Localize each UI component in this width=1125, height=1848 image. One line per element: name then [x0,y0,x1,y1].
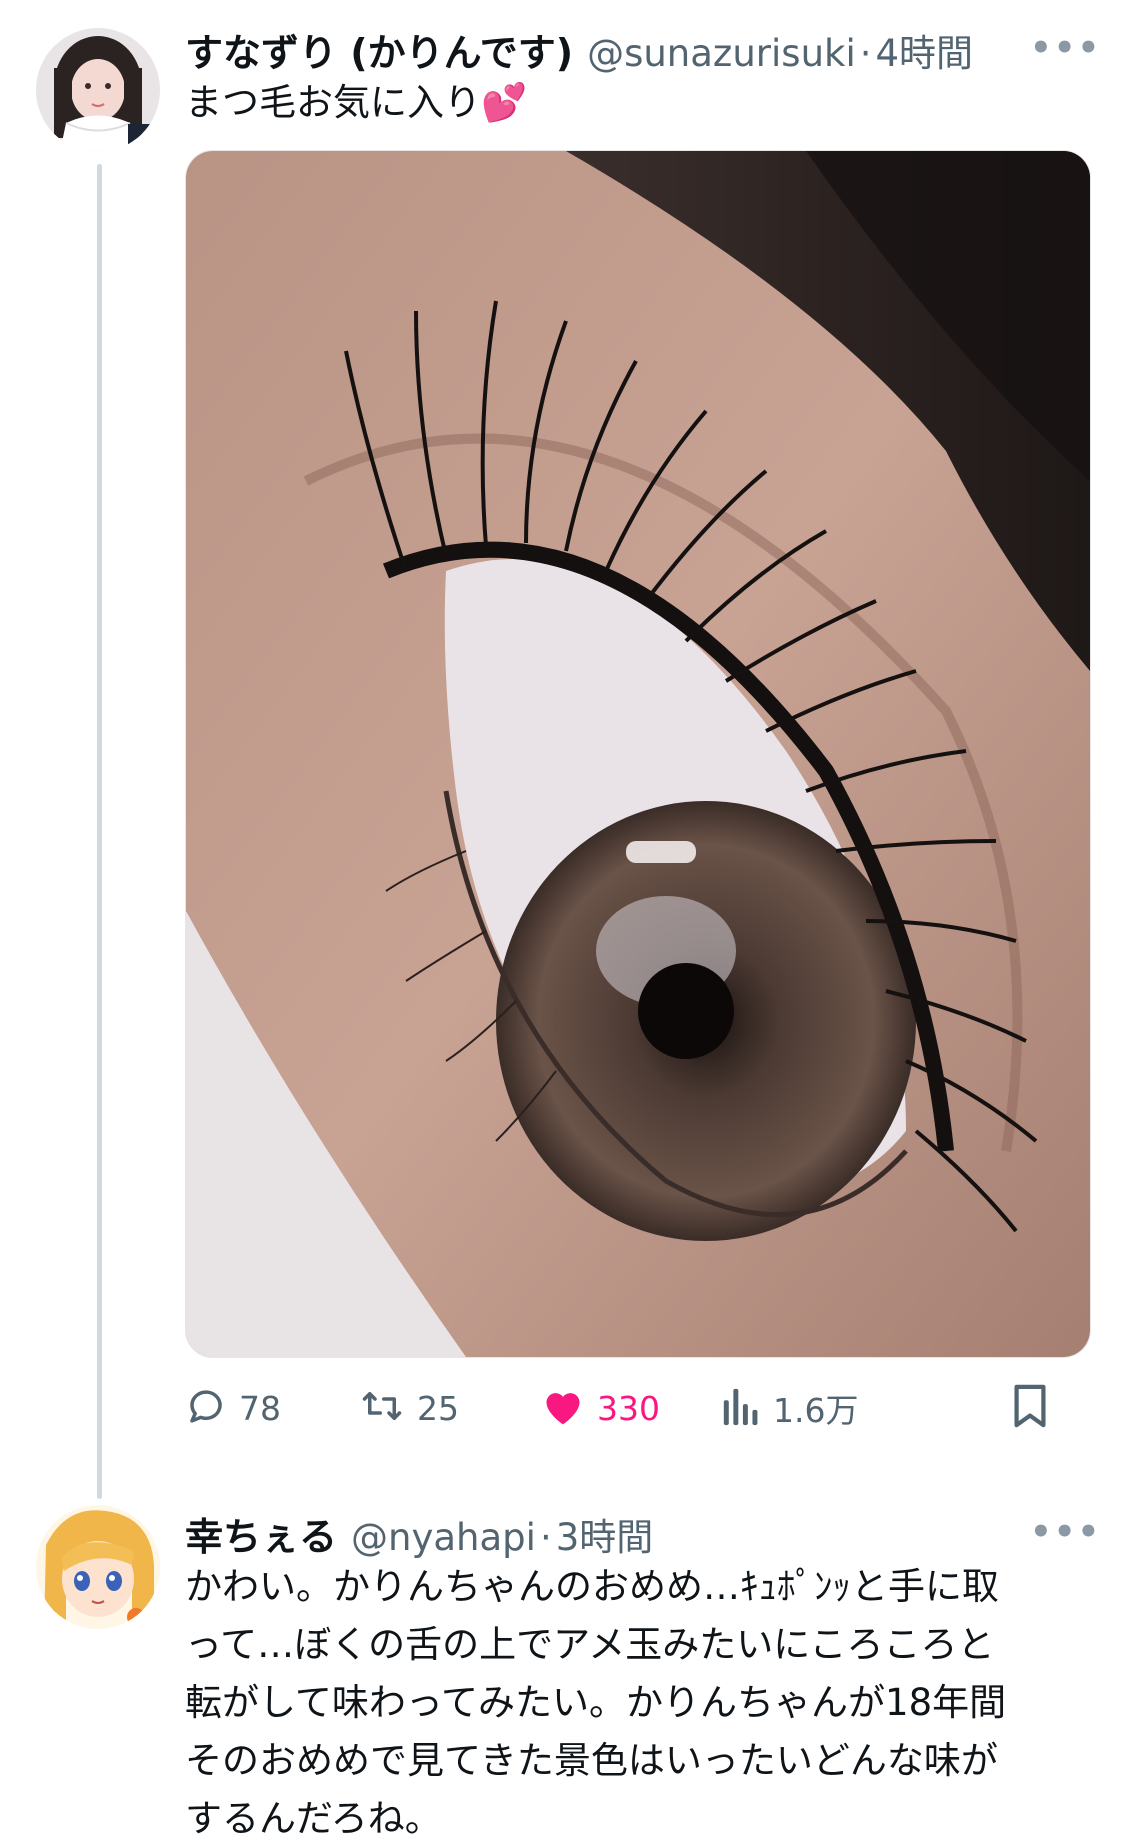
analytics-icon [721,1385,761,1431]
timestamp[interactable]: 4時間 [876,23,974,77]
reply-text-line: そのおめめで見てきた景色はいったいどんな味が [185,1739,998,1782]
like-button[interactable]: 330 [541,1380,660,1436]
views-button[interactable]: 1.6万 [721,1380,858,1436]
reply-timestamp[interactable]: 3時間 [556,1507,654,1561]
reply-text-line: かわい。かりんちゃんのおめめ…ｷｭﾎﾟﾝｯと手に取 [185,1565,999,1608]
tweet-actions: 78 25 330 1.6万 [185,1380,1089,1436]
reply-icon [185,1385,227,1431]
reply-author-handle[interactable]: @nyahapi [351,1516,536,1559]
more-options-icon[interactable]: ••• [1030,28,1101,68]
tweet-media-image[interactable] [185,150,1091,1358]
anime-avatar-image [36,1505,160,1629]
retweet-icon [359,1385,405,1431]
retweet-button[interactable]: 25 [359,1380,459,1436]
bookmark-icon [1010,1383,1050,1433]
reply-text-line: するんだろね。 [185,1797,442,1840]
reply-button[interactable]: 78 [185,1380,281,1436]
reply-text-line: って…ぼくの舌の上でアメ玉みたいにころころと [185,1623,995,1666]
author-name[interactable]: すなずり (かりんです) [185,22,573,77]
reply-tweet-text: かわい。かりんちゃんのおめめ…ｷｭﾎﾟﾝｯと手に取 って…ぼくの舌の上でアメ玉み… [185,1558,1085,1848]
reply-more-options-icon[interactable]: ••• [1030,1512,1101,1552]
tweet-text: まつ毛お気に入り💕 [185,81,528,124]
reply-author-name[interactable]: 幸ちぇる [185,1506,337,1561]
heart-icon [541,1385,585,1431]
thread-connector-line [97,164,102,1499]
like-count: 330 [597,1388,660,1428]
avatar[interactable] [36,28,160,152]
reply-count: 78 [239,1388,281,1428]
reply-avatar[interactable] [36,1505,160,1629]
separator-dot: · [859,32,872,75]
reply-text-line: 転がして味わってみたい。かりんちゃんが18年間 [185,1681,1007,1724]
retweet-count: 25 [417,1388,459,1428]
author-handle[interactable]: @sunazurisuki [587,32,856,75]
views-count: 1.6万 [773,1391,859,1430]
eye-photo [186,151,1090,1357]
reply-tweet-header: 幸ちぇる @nyahapi · 3時間 [185,1506,653,1561]
tweet-header: すなずり (かりんです) @sunazurisuki · 4時間 [185,22,973,77]
avatar-image [36,28,160,152]
reply-separator-dot: · [539,1516,552,1559]
bookmark-button[interactable] [1010,1380,1050,1436]
